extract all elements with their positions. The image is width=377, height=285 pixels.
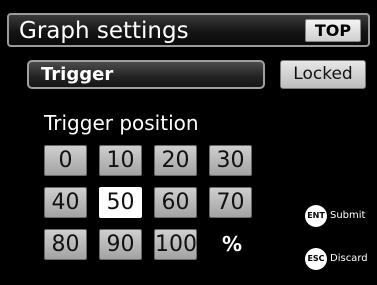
trigger-position-title: Trigger position — [44, 111, 199, 135]
position-option-10[interactable]: 10 — [99, 145, 142, 176]
position-option-20[interactable]: 20 — [154, 145, 197, 176]
ent-key-icon: ENT — [305, 205, 327, 227]
trigger-mode-selector[interactable]: Trigger — [27, 60, 265, 89]
position-option-60[interactable]: 60 — [154, 187, 197, 218]
position-option-40[interactable]: 40 — [44, 187, 87, 218]
discard-hint[interactable]: ESC Discard — [305, 248, 368, 270]
trigger-mode-label: Trigger — [41, 64, 114, 85]
locked-button[interactable]: Locked — [280, 60, 366, 89]
top-button[interactable]: TOP — [305, 19, 361, 42]
esc-key-icon: ESC — [305, 248, 327, 270]
percent-unit-label: % — [222, 232, 243, 256]
discard-label: Discard — [330, 253, 368, 264]
page-title: Graph settings — [19, 18, 189, 44]
title-bar: Graph settings TOP — [7, 13, 370, 47]
position-option-50[interactable]: 50 — [99, 187, 142, 218]
position-option-70[interactable]: 70 — [209, 187, 252, 218]
position-option-0[interactable]: 0 — [44, 145, 87, 176]
position-option-80[interactable]: 80 — [44, 229, 87, 260]
position-option-100[interactable]: 100 — [154, 229, 197, 260]
submit-hint[interactable]: ENT Submit — [305, 205, 365, 227]
position-option-30[interactable]: 30 — [209, 145, 252, 176]
position-option-90[interactable]: 90 — [99, 229, 142, 260]
submit-label: Submit — [330, 210, 366, 221]
